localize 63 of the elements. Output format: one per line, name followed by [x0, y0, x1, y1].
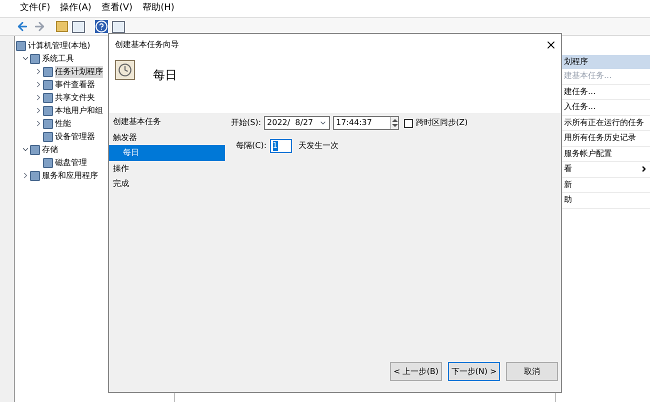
menu-item[interactable]: 文件(F) — [20, 2, 50, 16]
action-link[interactable]: 助 — [564, 194, 572, 206]
tree-item[interactable]: 共享文件夹 — [55, 92, 95, 104]
collapse-icon[interactable] — [20, 54, 30, 63]
node-icon — [30, 170, 40, 180]
wizard-button[interactable]: 取消 — [506, 362, 558, 381]
recur-suffix: 天发生一次 — [298, 140, 339, 152]
back-icon[interactable] — [16, 20, 29, 33]
node-icon — [43, 132, 53, 142]
node-icon — [43, 158, 53, 168]
start-label: 开始(S): — [231, 117, 262, 129]
node-icon — [43, 92, 53, 102]
action-link[interactable]: 入任务... — [564, 101, 596, 114]
wizard-step: 操作 — [109, 160, 225, 176]
dropdown-icon — [319, 119, 328, 127]
spin-buttons-icon[interactable] — [390, 117, 398, 129]
menu-item[interactable]: 帮助(H) — [142, 2, 174, 16]
node-icon — [43, 66, 53, 76]
action-link[interactable]: 用所有任务历史记录 — [564, 132, 636, 144]
wizard-step: 触发器 — [109, 130, 225, 145]
wizard-step: 完成 — [109, 176, 225, 192]
tree-item[interactable]: 存储 — [42, 144, 58, 156]
node-icon — [30, 144, 40, 154]
panel-icon[interactable] — [112, 20, 125, 32]
action-link[interactable]: 建任务... — [564, 86, 596, 98]
tree-item[interactable]: 系统工具 — [42, 52, 74, 64]
dialog-title: 创建基本任务向导 — [115, 39, 179, 51]
sync-label: 跨时区同步(Z) — [416, 117, 468, 129]
node-icon — [43, 80, 53, 90]
collapse-icon[interactable] — [20, 145, 30, 154]
menu-item[interactable]: 查看(V) — [101, 2, 133, 16]
tree-item[interactable]: 任务计划程序 — [55, 66, 103, 78]
wizard-heading: 每日 — [153, 67, 177, 84]
tree-item[interactable]: 服务和应用程序 — [42, 170, 98, 182]
action-link[interactable]: 服务帐户配置 — [564, 148, 612, 160]
tree-item[interactable]: 磁盘管理 — [55, 156, 87, 168]
menu-item[interactable]: 操作(A) — [60, 2, 92, 16]
wizard-step: 创建基本任务 — [109, 114, 225, 130]
node-icon — [30, 54, 40, 64]
time-spinner[interactable]: 17:44:37 — [333, 116, 400, 130]
recur-label: 每隔(C): — [236, 140, 267, 152]
node-icon — [43, 106, 53, 116]
close-icon[interactable] — [545, 39, 557, 51]
tree-item[interactable]: 事件查看器 — [55, 78, 95, 90]
calendar-clock-icon — [115, 60, 135, 80]
action-link[interactable]: 新 — [564, 178, 572, 191]
wizard-button[interactable]: 下一步(N) > — [448, 362, 500, 381]
action-link[interactable]: 示所有正在运行的任务 — [564, 116, 644, 129]
sync-checkbox[interactable] — [404, 118, 414, 128]
tree-item[interactable]: 本地用户和组 — [55, 104, 103, 116]
help-icon[interactable] — [95, 20, 108, 33]
forward-icon[interactable] — [33, 20, 46, 33]
node-icon — [16, 40, 26, 50]
tree-item[interactable]: 设备管理器 — [55, 130, 95, 142]
panel-icon[interactable] — [72, 20, 85, 32]
node-icon — [43, 118, 53, 128]
wizard-button[interactable]: < 上一步(B) — [390, 362, 442, 381]
wizard-step: 每日 — [109, 145, 225, 160]
recur-field[interactable]: 1 — [270, 139, 292, 153]
action-link[interactable]: 看 — [564, 163, 572, 176]
date-picker[interactable]: 2022/ 8/27 — [264, 116, 330, 130]
tree-item[interactable]: 性能 — [55, 118, 71, 130]
tree-item[interactable]: 计算机管理(本地) — [28, 40, 90, 52]
